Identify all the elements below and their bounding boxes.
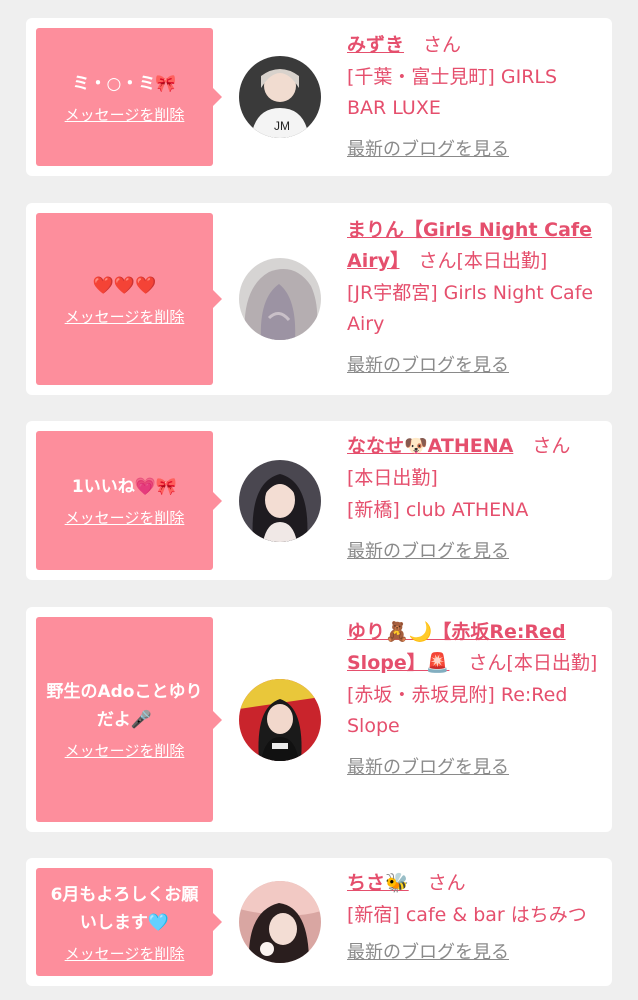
- shop-info: [JR宇都宮] Girls Night Cafe Airy: [347, 282, 594, 335]
- cast-info: ななせ🐶ATHENA さん [本日出勤] [新橋] club ATHENA 最新…: [347, 431, 601, 567]
- svg-text:JM: JM: [274, 119, 290, 133]
- shop-status: [本日出勤]: [347, 467, 438, 489]
- message-text: ❤️❤️❤️: [92, 275, 157, 296]
- message-text: 野生のAdoことゆりだよ🎤: [46, 682, 203, 730]
- delete-message-link[interactable]: メッセージを削除: [65, 306, 185, 327]
- message-bubble: 野生のAdoことゆりだよ🎤 メッセージを削除: [36, 617, 222, 822]
- cast-info: ゆり🧸🌙【赤坂Re:Red Slope】🚨 さん[本日出勤] [赤坂・赤坂見附]…: [347, 617, 601, 783]
- delete-message-link[interactable]: メッセージを削除: [65, 943, 185, 964]
- message-text: ミ・○・ミ🎀: [72, 73, 177, 94]
- message-card: ❤️❤️❤️ メッセージを削除 まりん【Girls Night Cafe Air…: [26, 203, 612, 395]
- message-bubble: ミ・○・ミ🎀 メッセージを削除: [36, 28, 222, 166]
- message-bubble: ❤️❤️❤️ メッセージを削除: [36, 213, 222, 385]
- honorific: さん[本日出勤]: [399, 250, 548, 272]
- delete-message-link[interactable]: メッセージを削除: [65, 104, 185, 125]
- delete-message-link[interactable]: メッセージを削除: [65, 740, 185, 761]
- avatar[interactable]: [239, 679, 321, 761]
- honorific: さん: [404, 34, 462, 56]
- avatar[interactable]: JM: [239, 56, 321, 138]
- honorific: さん[本日出勤]: [449, 652, 598, 674]
- latest-blog-link[interactable]: 最新のブログを見る: [347, 752, 509, 783]
- avatar[interactable]: [239, 881, 321, 963]
- message-text: 1いいね💗🎀: [71, 477, 178, 497]
- cast-name-link[interactable]: みずき: [347, 34, 404, 56]
- shop-info: [千葉・富士見町] GIRLS BAR LUXE: [347, 66, 558, 119]
- cast-info: みずき さん [千葉・富士見町] GIRLS BAR LUXE 最新のブログを見…: [347, 30, 601, 165]
- shop-info: [新宿] cafe & bar はちみつ: [347, 904, 587, 926]
- latest-blog-link[interactable]: 最新のブログを見る: [347, 350, 509, 381]
- message-text: 6月もよろしくお願いします🩵: [50, 884, 199, 933]
- shop-info: [新橋] club ATHENA: [347, 499, 529, 521]
- message-card: 1いいね💗🎀 メッセージを削除 ななせ🐶ATHENA さん [本日出勤] [新橋…: [26, 421, 612, 580]
- cast-info: ちさ🐝 さん [新宿] cafe & bar はちみつ 最新のブログを見る: [347, 868, 601, 968]
- honorific: さん: [408, 872, 466, 894]
- latest-blog-link[interactable]: 最新のブログを見る: [347, 134, 509, 165]
- cast-info: まりん【Girls Night Cafe Airy】 さん[本日出勤] [JR宇…: [347, 215, 601, 381]
- avatar[interactable]: [239, 258, 321, 340]
- message-bubble: 1いいね💗🎀 メッセージを削除: [36, 431, 222, 570]
- avatar[interactable]: [239, 460, 321, 542]
- cast-name-link[interactable]: ななせ🐶ATHENA: [347, 435, 513, 457]
- honorific: さん: [513, 435, 571, 457]
- message-card: 6月もよろしくお願いします🩵 メッセージを削除 ちさ🐝 さん [新宿] cafe…: [26, 858, 612, 986]
- delete-message-link[interactable]: メッセージを削除: [65, 507, 185, 528]
- latest-blog-link[interactable]: 最新のブログを見る: [347, 536, 509, 567]
- latest-blog-link[interactable]: 最新のブログを見る: [347, 937, 509, 968]
- message-card: 野生のAdoことゆりだよ🎤 メッセージを削除 ゆり🧸🌙【赤坂Re:Red Slo…: [26, 607, 612, 832]
- message-bubble: 6月もよろしくお願いします🩵 メッセージを削除: [36, 868, 222, 976]
- shop-info: [赤坂・赤坂見附] Re:Red Slope: [347, 684, 568, 737]
- message-card: ミ・○・ミ🎀 メッセージを削除 JM みずき さん [千葉・富士見町] GIRL…: [26, 18, 612, 176]
- cast-name-link[interactable]: ちさ🐝: [347, 872, 409, 894]
